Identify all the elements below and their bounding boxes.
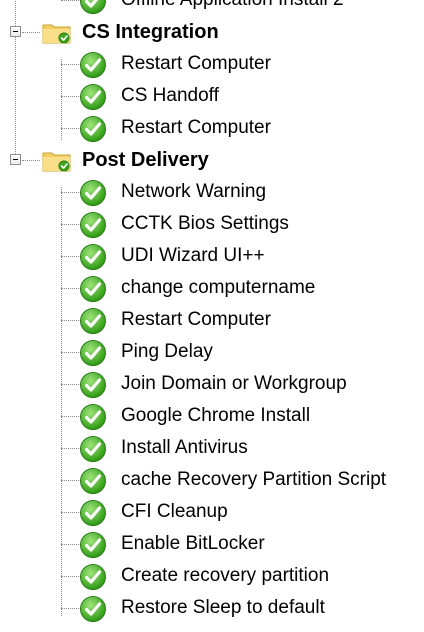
tree-item[interactable]: Restart Computer [0,112,424,144]
minus-icon[interactable] [10,26,21,37]
tree-item-label: CFI Cleanup [121,501,228,522]
tree-item[interactable]: Network Warning [0,176,424,208]
tree-group-post-delivery[interactable]: Post Delivery [0,144,424,176]
green-check-icon [80,404,106,430]
tree-item[interactable]: Create recovery partition [0,560,424,592]
tree-item-label: CCTK Bios Settings [121,213,289,234]
tree-connector [22,32,40,33]
tree-item-label: Restart Computer [121,117,271,138]
tree-item-label: Install Antivirus [121,437,248,458]
tree-item[interactable]: change computername [0,272,424,304]
tree-group-cs-integration[interactable]: CS Integration [0,16,424,48]
tree-item-label: Network Warning [121,181,267,202]
green-check-icon [80,276,106,302]
tree-item-label: Ping Delay [121,341,213,362]
tree-group-label: CS Integration [82,21,219,43]
green-check-icon [80,180,106,206]
tree-item-label: Restore Sleep to default [121,597,325,618]
green-check-icon [80,244,106,270]
green-check-icon [80,468,106,494]
tree-item[interactable]: Restore Sleep to default [0,592,424,624]
tree-item-label: Join Domain or Workgroup [121,373,347,394]
tree-item-label: change computername [121,277,316,298]
tree-item[interactable]: CS Handoff [0,80,424,112]
tree-item-label: Offline Application Install 2 [121,0,344,16]
tree-item[interactable]: Join Domain or Workgroup [0,368,424,400]
green-check-icon [80,340,106,366]
green-check-icon [80,372,106,398]
green-check-icon [80,532,106,558]
tree-item-label: Restart Computer [121,53,271,74]
green-check-icon [80,116,106,142]
tree-item-label: UDI Wizard UI++ [121,245,265,266]
tree-item-label: Restart Computer [121,309,271,330]
tree-item[interactable]: CCTK Bios Settings [0,208,424,240]
tree-item[interactable]: cache Recovery Partition Script [0,464,424,496]
green-check-icon [80,84,106,110]
green-check-icon [80,308,106,334]
green-check-icon [80,0,106,14]
tree-item[interactable]: UDI Wizard UI++ [0,240,424,272]
green-check-icon [80,212,106,238]
green-check-icon [80,596,106,622]
tree-item-label: cache Recovery Partition Script [121,469,387,490]
minus-icon[interactable] [10,154,21,165]
tree-item-label: Enable BitLocker [121,533,265,554]
tree-item[interactable]: Restart Computer [0,48,424,80]
tree-connector [22,160,40,161]
tree-item-label: Google Chrome Install [121,405,311,426]
tree-item[interactable]: Enable BitLocker [0,528,424,560]
task-sequence-tree: Offline Application Install 2 CS Integra… [0,0,424,624]
green-check-icon [80,500,106,526]
green-check-icon [80,52,106,78]
tree-item[interactable]: Ping Delay [0,336,424,368]
tree-item[interactable]: Install Antivirus [0,432,424,464]
tree-item[interactable]: Restart Computer [0,304,424,336]
tree-item[interactable]: CFI Cleanup [0,496,424,528]
folder-green-badge-icon [42,24,71,44]
tree-item-label: Create recovery partition [121,565,330,586]
tree-item-partial[interactable]: Offline Application Install 2 [0,0,424,16]
green-check-icon [80,564,106,590]
tree-group-label: Post Delivery [82,149,209,171]
folder-green-badge-icon [42,152,71,172]
tree-item[interactable]: Google Chrome Install [0,400,424,432]
tree-item-label: CS Handoff [121,85,219,106]
green-check-icon [80,436,106,462]
